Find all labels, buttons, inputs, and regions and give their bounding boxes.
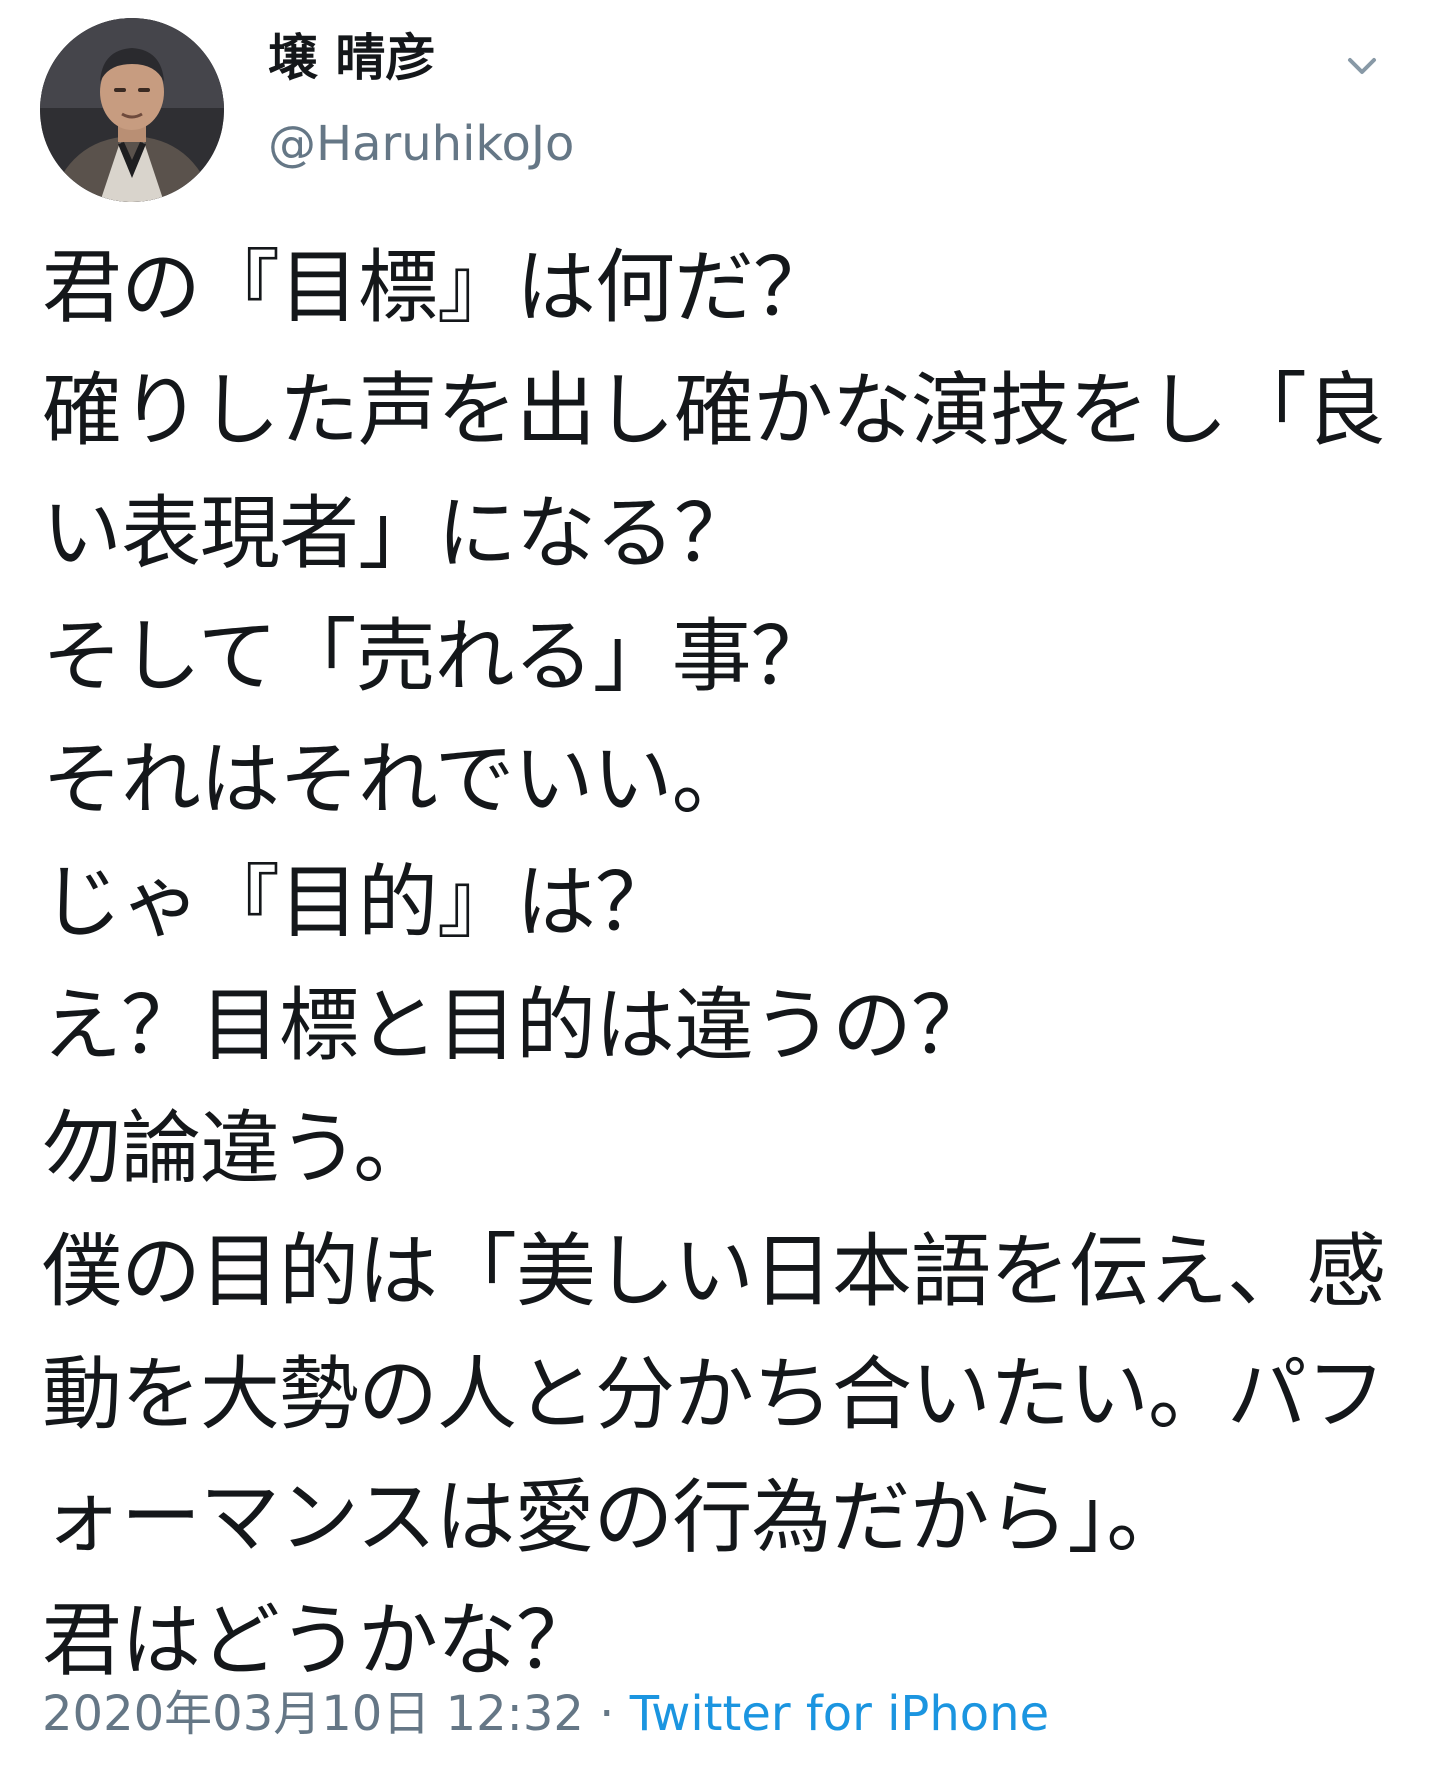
tweet: 壌 晴彦 @HaruhikoJo 君の『目標』は何だ？ 確りした声を出し確かな演… <box>0 0 1440 1786</box>
tweet-header: 壌 晴彦 @HaruhikoJo <box>40 18 1410 202</box>
chevron-down-icon <box>1348 58 1376 74</box>
author-display-name[interactable]: 壌 晴彦 <box>268 28 435 88</box>
tweet-timestamp[interactable]: 2020年03月10日 12:32 <box>42 1686 584 1742</box>
tweet-text-line: い表現者」になる？ <box>42 487 754 580</box>
tweet-text-line: 確りした声を出し確かな演技をし「良 <box>42 364 1386 457</box>
tweet-text-line: え？目標と目的は違うの？ <box>42 979 991 1072</box>
tweet-source-link[interactable]: Twitter for iPhone <box>630 1686 1049 1742</box>
tweet-text: 君の『目標』は何だ？ 確りした声を出し確かな演技をし「良 い表現者」になる？ そ… <box>42 226 1386 1702</box>
tweet-text-line: 君はどうかな？ <box>42 1594 596 1687</box>
meta-separator: · <box>599 1686 615 1742</box>
tweet-text-line: じゃ『目的』は？ <box>42 856 675 949</box>
tweet-text-line: 僕の目的は「美しい日本語を伝え、感 <box>42 1225 1386 1318</box>
tweet-text-line: 動を大勢の人と分かち合いたい。パフ <box>42 1348 1386 1441</box>
tweet-text-line: そして「売れる」事？ <box>42 610 831 703</box>
user-avatar-icon <box>40 18 224 202</box>
author-handle[interactable]: @HaruhikoJo <box>268 116 574 174</box>
tweet-text-line: 勿論違う。 <box>42 1102 433 1195</box>
tweet-text-line: それはそれでいい。 <box>42 733 752 826</box>
tweet-text-line: ォーマンスは愛の行為だから」。 <box>42 1471 1186 1564</box>
avatar[interactable] <box>40 18 224 202</box>
tweet-meta: 2020年03月10日 12:32 · Twitter for iPhone <box>42 1686 1049 1744</box>
tweet-menu-button[interactable] <box>1342 46 1382 86</box>
tweet-text-line: 君の『目標』は何だ？ <box>42 241 833 334</box>
